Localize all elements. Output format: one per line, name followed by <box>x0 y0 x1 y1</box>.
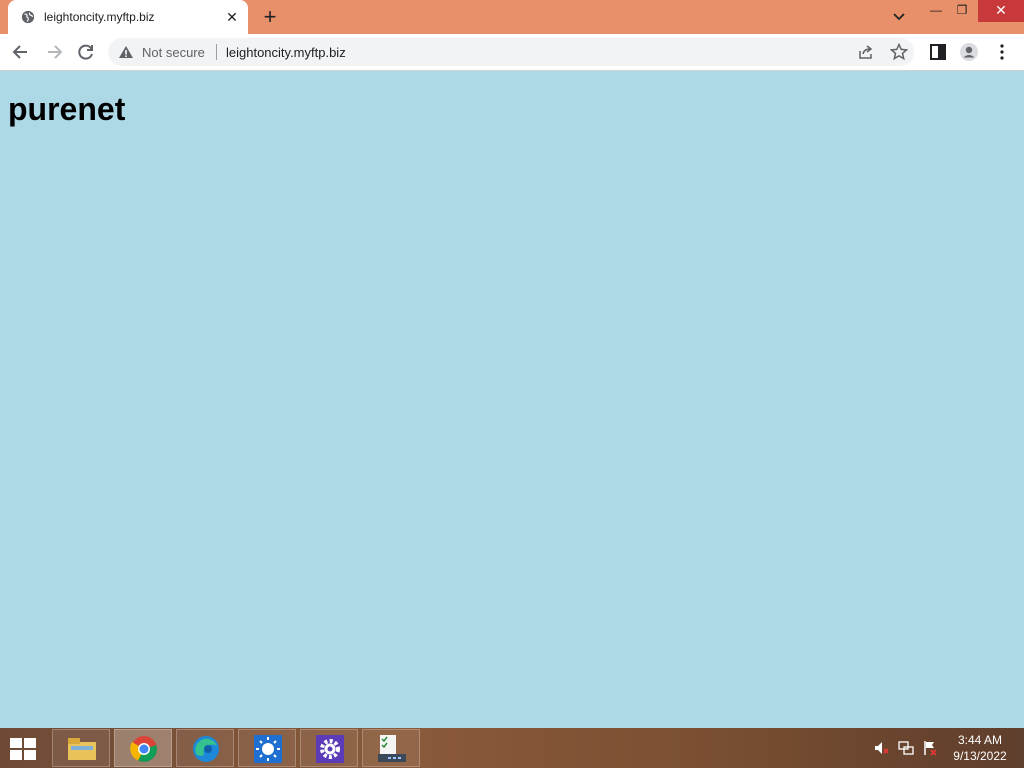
warning-triangle-icon[interactable] <box>118 45 134 59</box>
action-center-flag-icon[interactable] <box>922 740 938 756</box>
omnibox-divider <box>216 44 217 60</box>
taskbar-brightness-app[interactable] <box>238 729 296 767</box>
taskbar-file-explorer[interactable] <box>52 729 110 767</box>
tab-title: leightoncity.myftp.biz <box>44 10 155 24</box>
menu-icon[interactable] <box>992 42 1012 62</box>
taskbar-settings[interactable] <box>300 729 358 767</box>
file-explorer-icon <box>68 738 96 760</box>
share-icon[interactable] <box>858 44 874 60</box>
globe-icon <box>21 10 35 24</box>
browser-tab[interactable]: leightoncity.myftp.biz ✕ <box>8 0 248 34</box>
tab-close-icon[interactable]: ✕ <box>224 9 240 25</box>
browser-titlebar: leightoncity.myftp.biz ✕ + — ❐ ✕ <box>0 0 1024 34</box>
settings-icon <box>316 735 344 763</box>
windows-start-icon[interactable] <box>8 736 38 762</box>
window-close-button[interactable]: ✕ <box>978 0 1024 22</box>
new-tab-plus-icon[interactable]: + <box>260 6 280 28</box>
volume-muted-icon[interactable] <box>873 740 889 756</box>
chrome-icon <box>130 736 157 762</box>
side-panel-icon[interactable] <box>928 42 948 62</box>
page-heading: purenet <box>8 91 126 127</box>
network-icon[interactable] <box>898 740 914 756</box>
taskbar-task-app[interactable] <box>362 729 420 767</box>
back-arrow-icon[interactable] <box>11 42 31 62</box>
taskbar-edge[interactable] <box>176 729 234 767</box>
clock-time: 3:44 AM <box>957 733 1003 747</box>
tab-search-chevron-icon[interactable] <box>890 9 908 25</box>
brightness-app-icon <box>254 735 282 763</box>
clock-date: 9/13/2022 <box>953 749 1007 763</box>
reload-icon[interactable] <box>76 42 96 62</box>
profile-icon[interactable] <box>959 42 979 62</box>
page-content: purenet <box>0 71 1024 728</box>
task-app-icon <box>378 735 406 762</box>
taskbar-chrome[interactable] <box>114 729 172 767</box>
url-text[interactable]: leightoncity.myftp.biz <box>226 45 346 60</box>
restore-button[interactable]: ❐ <box>950 0 974 22</box>
browser-toolbar: Not secure leightoncity.myftp.biz <box>0 34 1024 71</box>
security-label[interactable]: Not secure <box>142 45 205 60</box>
taskbar: 3:44 AM 9/13/2022 <box>0 728 1024 768</box>
bookmark-star-icon[interactable] <box>890 43 908 61</box>
edge-icon <box>193 736 219 762</box>
taskbar-clock[interactable]: 3:44 AM 9/13/2022 <box>944 732 1016 764</box>
forward-arrow-icon[interactable] <box>44 42 64 62</box>
address-bar[interactable]: Not secure leightoncity.myftp.biz <box>108 38 914 66</box>
minimize-button[interactable]: — <box>924 0 948 22</box>
